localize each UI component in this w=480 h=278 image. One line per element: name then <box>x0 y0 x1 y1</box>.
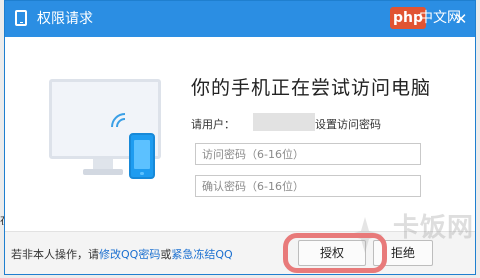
user-suffix-label: 设置访问密码 <box>315 118 381 131</box>
title-bar[interactable]: 权限请求 php 中文网 ✕ <box>5 1 475 37</box>
phone-icon <box>129 133 155 179</box>
footer-or-text: 或 <box>160 248 172 261</box>
permission-request-dialog: 权限请求 php 中文网 ✕ 你的手机正在尝试访问电脑 请用户： 设置访问密码 … <box>4 0 476 275</box>
tablet-icon <box>15 10 27 26</box>
close-icon[interactable]: ✕ <box>453 11 469 27</box>
freeze-qq-link[interactable]: 紧急冻结QQ <box>171 248 232 261</box>
user-prefix-label: 请用户： <box>191 118 235 131</box>
masked-username <box>253 113 315 131</box>
grant-button-highlight <box>283 233 387 273</box>
confirm-password-input[interactable] <box>195 175 421 197</box>
watermark-text: 卡饭网 <box>393 213 475 243</box>
dialog-title: 权限请求 <box>37 11 93 27</box>
change-qq-password-link[interactable]: 修改QQ密码 <box>99 248 160 261</box>
footer-notice: 若非本人操作，请修改QQ密码或紧急冻结QQ <box>11 246 233 262</box>
footer-prefix-text: 若非本人操作，请 <box>11 248 99 261</box>
monitor-base <box>83 169 123 175</box>
access-password-input[interactable] <box>195 143 421 165</box>
request-heading: 你的手机正在尝试访问电脑 <box>191 77 432 99</box>
